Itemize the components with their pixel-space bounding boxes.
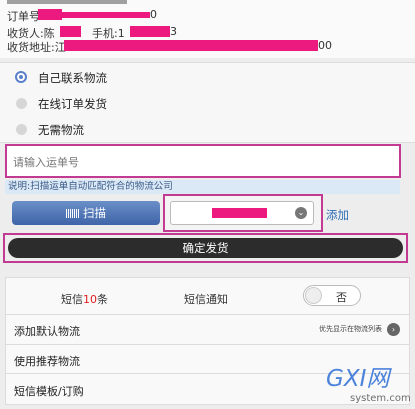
cropped-header: [7, 0, 127, 7]
receiver-phone: 手机:1: [92, 27, 125, 40]
tracking-number-field: [5, 144, 401, 178]
chevron-down-icon: ⌄: [295, 207, 307, 219]
logistics-company-select[interactable]: ⌄: [170, 201, 314, 225]
receiver-address-suffix: 00: [318, 39, 332, 52]
redaction-bar: [38, 9, 62, 20]
toggle-label: 否: [336, 291, 347, 304]
sms-template-label: 短信模板/订购: [14, 385, 84, 398]
confirm-shipment-button[interactable]: 确定发货: [8, 238, 403, 258]
redaction-bar: [62, 12, 150, 18]
default-logistics-hint: 优先显示在物流列表: [319, 325, 382, 333]
redaction-bar: [60, 26, 81, 37]
radio-icon[interactable]: [16, 98, 27, 109]
watermark-logo: GXI网 system.com: [326, 366, 411, 404]
receiver-address: 收货地址:江: [7, 41, 66, 54]
sms-notify-label: 短信通知: [184, 293, 228, 306]
radio-selected-icon[interactable]: [15, 71, 27, 83]
recommended-logistics-label: 使用推荐物流: [14, 355, 80, 368]
barcode-icon: [66, 209, 79, 218]
radio-icon[interactable]: [16, 124, 27, 135]
redaction-bar: [212, 208, 267, 218]
add-logistics-link[interactable]: 添加: [326, 207, 349, 223]
toggle-knob: [305, 287, 322, 304]
tracking-note: 说明:扫描运单自动匹配符合的物流公司: [5, 180, 400, 194]
option-online-order[interactable]: 在线订单发货: [0, 91, 415, 117]
order-number-suffix: 0: [150, 8, 157, 21]
tracking-number-input[interactable]: [11, 151, 395, 173]
order-info: 订单号: 0 收货人:陈 手机:1 3 收货地址:江 00: [0, 0, 415, 58]
scan-button[interactable]: 扫描: [12, 201, 160, 225]
confirm-shipment-frame: 确定发货: [3, 233, 408, 263]
receiver-phone-suffix: 3: [170, 25, 177, 38]
sms-count-value: 10: [83, 293, 97, 306]
redaction-bar: [64, 40, 318, 51]
sms-row: 短信10条 短信通知 否: [6, 278, 409, 315]
scan-button-label: 扫描: [83, 206, 106, 220]
logistics-select-frame: ⌄: [163, 194, 323, 232]
watermark-brand: GXI网: [326, 366, 392, 392]
redaction-bar: [130, 26, 170, 37]
option-label: 自己联系物流: [38, 71, 107, 85]
default-logistics-label: 添加默认物流: [14, 325, 80, 338]
watermark: GXI网 system.com: [312, 360, 412, 405]
chevron-right-icon[interactable]: ›: [387, 323, 400, 336]
sms-count: 短信10条: [61, 293, 108, 306]
option-no-logistics[interactable]: 无需物流: [0, 117, 415, 143]
option-self-logistics[interactable]: 自己联系物流: [0, 65, 415, 91]
watermark-domain: system.com: [350, 393, 411, 404]
shipping-method-group: 自己联系物流 在线订单发货 无需物流: [0, 62, 415, 143]
option-label: 无需物流: [38, 123, 84, 137]
option-label: 在线订单发货: [38, 97, 107, 111]
sms-notify-toggle[interactable]: 否: [303, 285, 361, 306]
default-logistics-row[interactable]: 添加默认物流 优先显示在物流列表 ›: [6, 315, 409, 345]
